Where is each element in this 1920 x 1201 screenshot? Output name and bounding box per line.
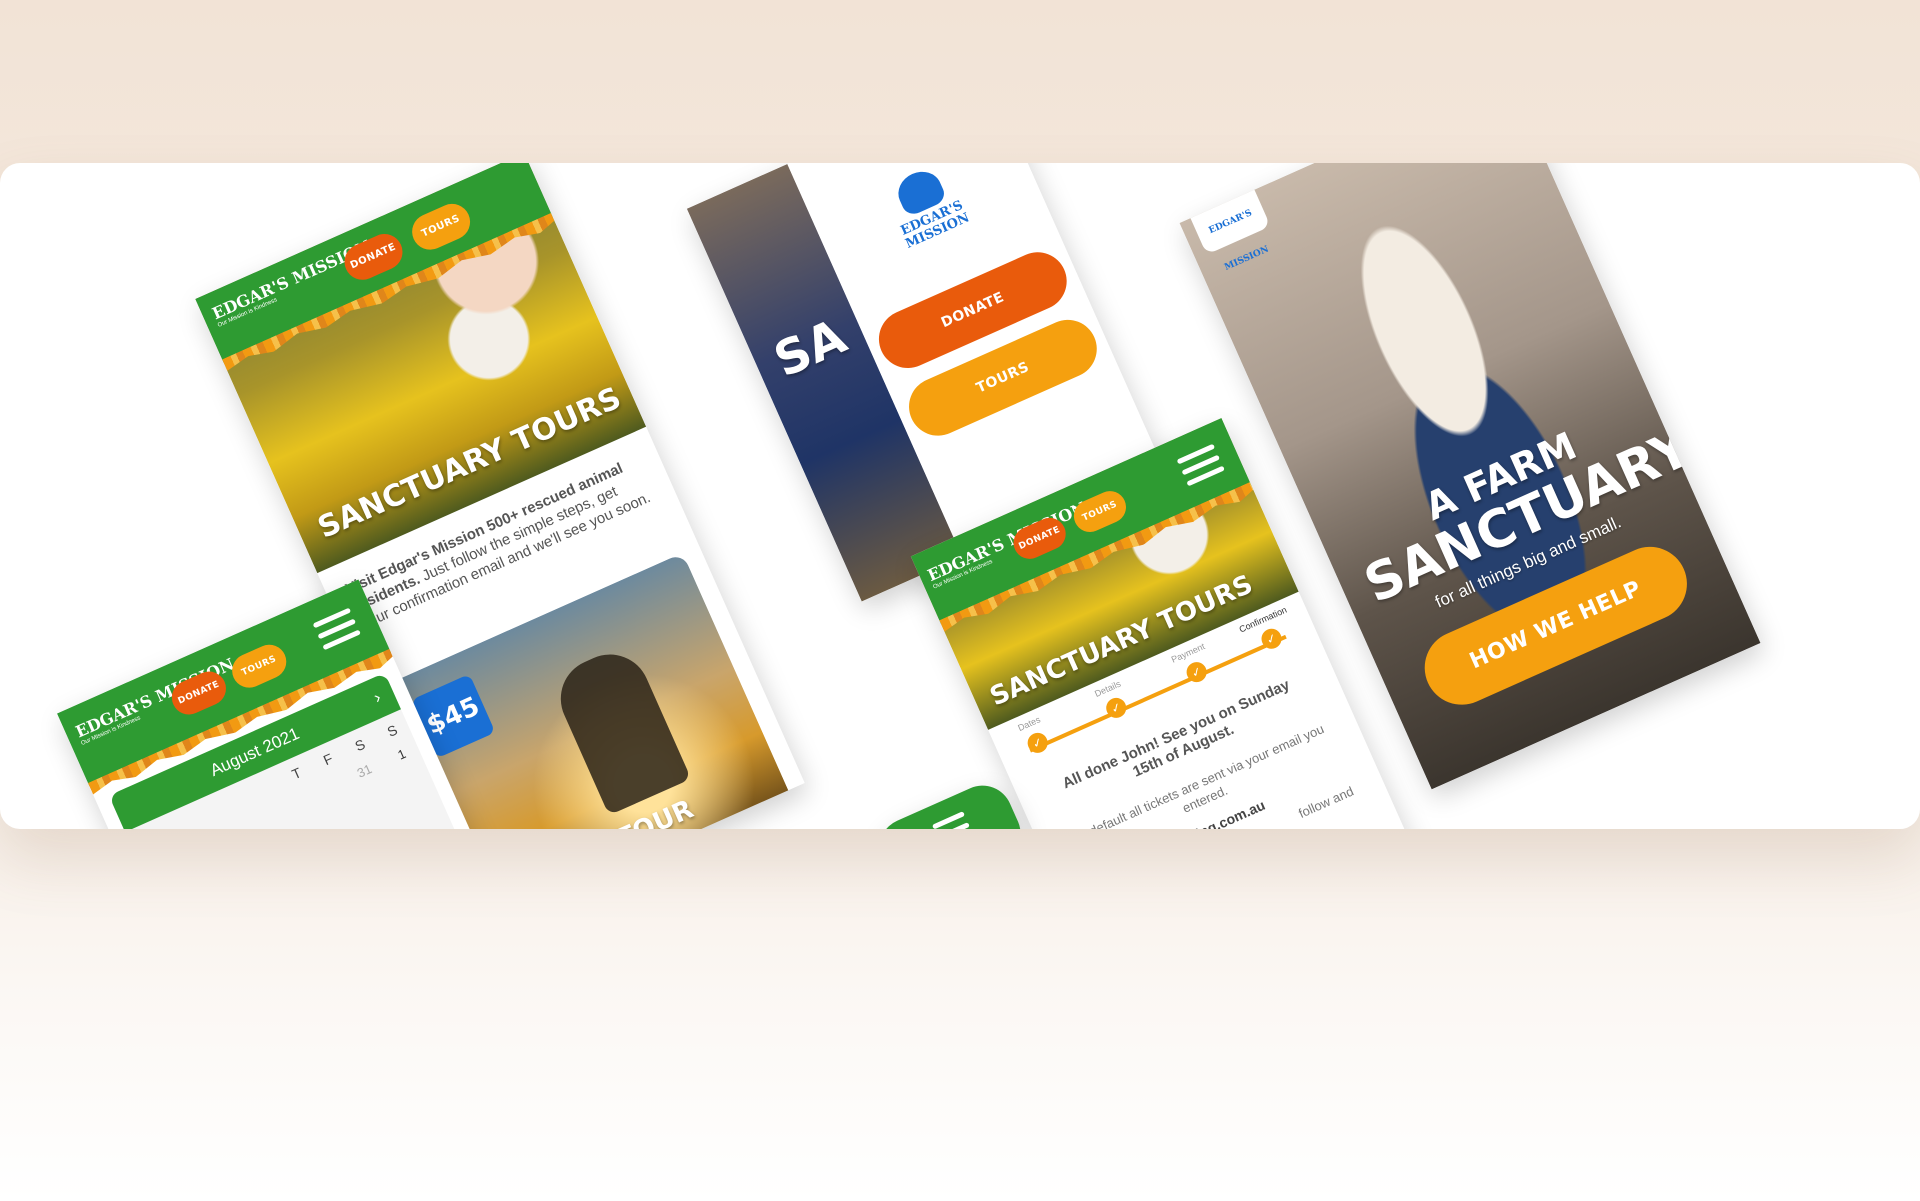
check-icon: ✓ bbox=[1258, 625, 1285, 652]
tours-button[interactable]: TOURS bbox=[1068, 485, 1132, 538]
check-icon: ✓ bbox=[1024, 729, 1051, 757]
step-dates: Dates ✓ bbox=[1009, 711, 1060, 760]
calendar-day[interactable]: 31 bbox=[355, 761, 374, 781]
mission-logo-icon[interactable]: EDGAR'S MISSION bbox=[876, 163, 982, 263]
tour-title: PRIVATE TOUR bbox=[493, 794, 698, 829]
weekday-header: F bbox=[320, 750, 336, 769]
calendar-day[interactable]: 1 bbox=[395, 746, 408, 763]
confirmation-trailing-text: follow and bbox=[1296, 783, 1356, 822]
step-label: Dates bbox=[1016, 714, 1042, 734]
step-label: Details bbox=[1093, 678, 1123, 699]
hamburger-icon[interactable] bbox=[931, 811, 976, 829]
small-logo-badge[interactable]: EDGAR'S MISSION bbox=[1190, 189, 1271, 273]
step-details: Details ✓ bbox=[1087, 676, 1138, 725]
tours-button[interactable]: TOURS bbox=[406, 198, 476, 256]
header-peek-mockup bbox=[869, 775, 1031, 829]
family-silhouette bbox=[548, 641, 692, 816]
check-icon: ✓ bbox=[1103, 694, 1130, 722]
check-icon: ✓ bbox=[1183, 658, 1210, 686]
hamburger-icon[interactable] bbox=[1176, 443, 1227, 490]
donate-button[interactable]: DONATE bbox=[338, 228, 409, 286]
weekday-header: T bbox=[289, 764, 304, 783]
bg-title-fragment: SA bbox=[766, 308, 855, 389]
tours-button[interactable]: TOURS bbox=[226, 639, 292, 694]
chevron-right-icon[interactable]: › bbox=[367, 678, 388, 717]
hamburger-icon[interactable] bbox=[312, 607, 363, 654]
showcase-panel: EDGAR'S MISSION Our Mission is Kindness … bbox=[0, 163, 1920, 829]
